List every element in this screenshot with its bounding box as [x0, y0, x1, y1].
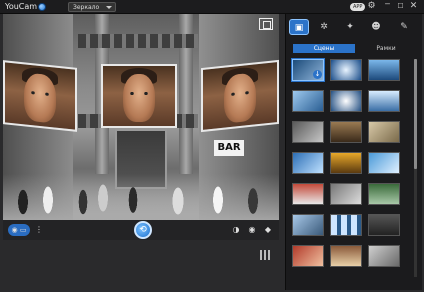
scene-thumbnail[interactable]	[330, 214, 362, 236]
capture-icon[interactable]: ⟲	[134, 221, 152, 239]
webcam-frame-right	[201, 59, 279, 133]
panel-tabs: ▣ ✲ ✦ ☻ ✎	[286, 14, 423, 38]
scene-thumbnail[interactable]	[292, 183, 324, 205]
eyes-shape	[129, 92, 149, 95]
lower-area	[3, 240, 279, 290]
scene-thumbnail[interactable]: ↓	[292, 59, 324, 81]
title-bar: YouCam Зеркало APP ⚙ ‒ ☐ ✕	[0, 0, 424, 14]
tab-frames[interactable]: Рамки	[359, 44, 413, 53]
grid-icon[interactable]	[260, 250, 270, 260]
webcam-frame-center	[101, 64, 177, 128]
scene-thumbnail[interactable]	[330, 90, 362, 112]
scene-thumbnail[interactable]	[368, 214, 400, 236]
scenes-icon[interactable]: ▣	[289, 19, 309, 35]
face-shape	[224, 72, 256, 124]
scene-thumbnail[interactable]	[368, 59, 400, 81]
app-title: YouCam	[5, 2, 38, 11]
preview-toolbar: ◉ ▭ ⋮ ⟲ ◑ ◉ ◆	[3, 220, 279, 240]
tab-scenes[interactable]: Сцены	[293, 44, 355, 53]
maximize-icon[interactable]: ☐	[395, 1, 406, 12]
brightness-icon[interactable]: ◑	[231, 224, 241, 236]
scene-thumbnail[interactable]	[292, 90, 324, 112]
camera-mode-icon[interactable]: ◉ ▭	[8, 224, 30, 236]
scene-thumbnail[interactable]	[368, 245, 400, 267]
eraser-icon[interactable]: ◆	[263, 224, 273, 236]
scene-thumbnail[interactable]	[330, 245, 362, 267]
download-icon[interactable]: ↓	[313, 70, 322, 79]
scene-thumbnail[interactable]	[292, 214, 324, 236]
scene-thumbnail[interactable]	[330, 59, 362, 81]
scene-thumbnail[interactable]	[368, 183, 400, 205]
scene-thumbnail[interactable]	[368, 90, 400, 112]
scene-thumbnail[interactable]	[292, 121, 324, 143]
scrollbar[interactable]	[414, 59, 417, 277]
device-select-value: Зеркало	[73, 4, 100, 11]
gear-icon[interactable]: ⚙	[366, 1, 377, 12]
panel-subtabs: Сцены Рамки	[293, 44, 413, 53]
app-badge[interactable]: APP	[350, 3, 366, 11]
minimize-icon[interactable]: ‒	[382, 0, 393, 10]
magic-wand-icon[interactable]: ✦	[340, 19, 360, 35]
status-dot-icon[interactable]	[38, 3, 46, 11]
scene-windows	[78, 34, 198, 48]
scene-thumbnail[interactable]	[292, 152, 324, 174]
scene-thumbnail[interactable]	[292, 245, 324, 267]
scene-thumbnail[interactable]	[330, 121, 362, 143]
scene-thumbnail[interactable]	[368, 152, 400, 174]
face-shape	[123, 74, 155, 122]
scrollbar-thumb[interactable]	[414, 59, 417, 169]
bar-sign: BAR	[214, 140, 244, 156]
close-icon[interactable]: ✕	[408, 1, 419, 12]
scene-thumbnail[interactable]	[330, 183, 362, 205]
webcam-frame-left	[3, 60, 77, 132]
camera-preview[interactable]: BAR	[3, 14, 279, 220]
device-select[interactable]: Зеркало	[68, 2, 116, 12]
eye-icon[interactable]: ◉	[246, 224, 258, 236]
scene-thumbnail[interactable]	[330, 152, 362, 174]
fullscreen-icon[interactable]	[259, 18, 273, 30]
scene-thumbnail[interactable]	[368, 121, 400, 143]
effects-icon[interactable]: ✲	[314, 19, 334, 35]
chevron-down-icon	[106, 6, 112, 9]
face-shape	[24, 72, 56, 124]
more-options-icon[interactable]: ⋮	[35, 224, 43, 236]
avatar-icon[interactable]: ☻	[366, 19, 386, 35]
brush-icon[interactable]: ✎	[394, 19, 414, 35]
effects-panel: ▣ ✲ ✦ ☻ ✎ Сцены Рамки ↓	[285, 14, 422, 290]
scene-crowd	[3, 174, 279, 220]
